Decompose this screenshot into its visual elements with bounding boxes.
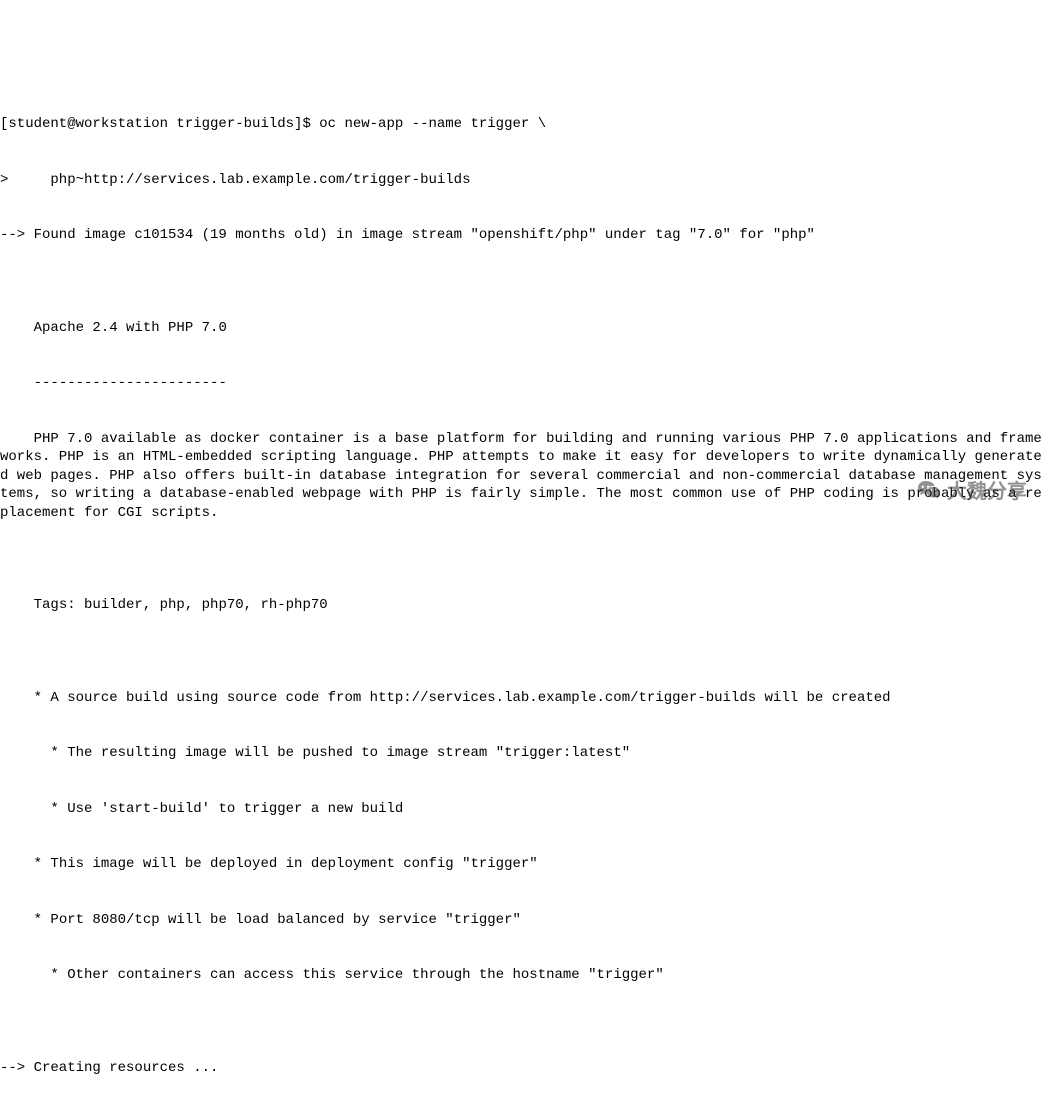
terminal-line: * Use 'start-build' to trigger a new bui… bbox=[0, 800, 1045, 819]
terminal-line: * This image will be deployed in deploym… bbox=[0, 855, 1045, 874]
terminal-line: * Port 8080/tcp will be load balanced by… bbox=[0, 911, 1045, 930]
terminal-line: --> Creating resources ... bbox=[0, 1059, 1045, 1078]
terminal-line: ----------------------- bbox=[0, 374, 1045, 393]
terminal-line: [student@workstation trigger-builds]$ oc… bbox=[0, 115, 1045, 134]
terminal-line: > php~http://services.lab.example.com/tr… bbox=[0, 171, 1045, 190]
watermark: 大魏分享 bbox=[895, 460, 1027, 525]
terminal-line: --> Found image c101534 (19 months old) … bbox=[0, 226, 1045, 245]
terminal-line: * The resulting image will be pushed to … bbox=[0, 744, 1045, 763]
terminal-line: Tags: builder, php, php70, rh-php70 bbox=[0, 596, 1045, 615]
terminal-line: PHP 7.0 available as docker container is… bbox=[0, 430, 1045, 523]
wechat-icon bbox=[895, 460, 941, 525]
terminal-output[interactable]: [student@workstation trigger-builds]$ oc… bbox=[0, 74, 1045, 1104]
terminal-line: * Other containers can access this servi… bbox=[0, 966, 1045, 985]
terminal-line: Apache 2.4 with PHP 7.0 bbox=[0, 319, 1045, 338]
terminal-line: * A source build using source code from … bbox=[0, 689, 1045, 708]
watermark-text: 大魏分享 bbox=[947, 483, 1027, 502]
